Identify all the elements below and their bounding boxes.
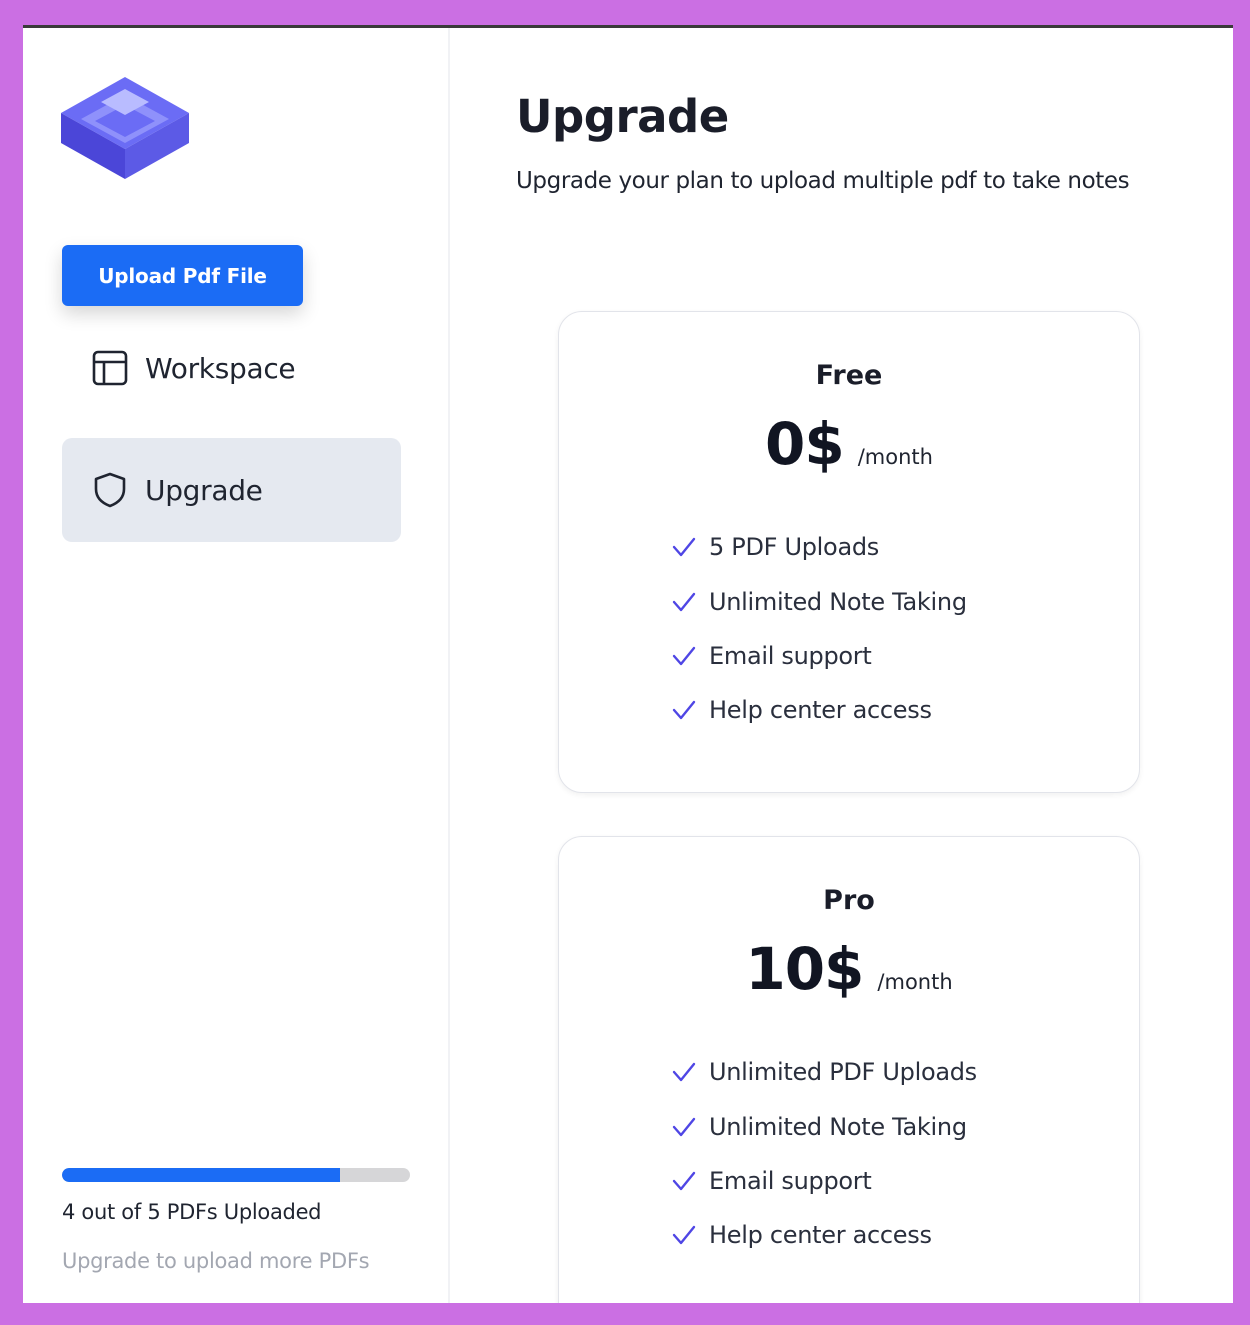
sidebar-item-label: Upgrade — [145, 473, 263, 507]
feature-text: Email support — [709, 641, 872, 670]
page-subtitle: Upgrade your plan to upload multiple pdf… — [516, 168, 1130, 194]
feature-item: Help center access — [671, 683, 967, 737]
feature-text: Help center access — [709, 696, 932, 725]
feature-item: Unlimited Note Taking — [671, 574, 967, 628]
feature-list: Unlimited PDF Uploads Unlimited Note Tak… — [671, 1045, 977, 1263]
check-icon — [672, 1226, 696, 1245]
feature-list: 5 PDF Uploads Unlimited Note Taking Emai… — [671, 520, 967, 738]
feature-item: Unlimited PDF Uploads — [671, 1045, 977, 1099]
logo-icon — [61, 77, 189, 179]
check-icon — [672, 1062, 696, 1082]
check-icon — [672, 537, 696, 557]
plan-price: 0$ — [765, 410, 845, 478]
feature-text: Email support — [709, 1166, 872, 1195]
check-icon — [672, 592, 696, 611]
app-window: Upload Pdf File Workspace Upgrade 4 out … — [23, 25, 1233, 1303]
upload-progress-fill — [62, 1168, 341, 1182]
feature-text: 5 PDF Uploads — [709, 533, 879, 562]
plan-period: /month — [877, 970, 953, 994]
check-icon — [672, 646, 696, 666]
usage-text: 4 out of 5 PDFs Uploaded — [62, 1200, 322, 1224]
plan-card-pro: Pro 10$ /month Unlimited PDF Uploads Unl… — [558, 836, 1140, 1303]
feature-text: Help center access — [709, 1221, 932, 1250]
feature-item: Unlimited Note Taking — [671, 1099, 977, 1153]
upload-progress-bar — [62, 1168, 410, 1182]
plan-name: Free — [815, 360, 883, 391]
sidebar: Upload Pdf File Workspace Upgrade 4 out … — [23, 28, 450, 1303]
check-icon — [672, 1171, 696, 1191]
price-row: 0$ /month — [559, 410, 1139, 478]
page-title: Upgrade — [516, 90, 729, 143]
price-row: 10$ /month — [559, 935, 1139, 1003]
plan-name: Pro — [823, 885, 875, 916]
plan-card-free: Free 0$ /month 5 PDF Uploads Unlimited N… — [558, 311, 1140, 793]
feature-item: 5 PDF Uploads — [671, 520, 967, 574]
sidebar-item-label: Workspace — [145, 351, 296, 385]
check-icon — [672, 701, 696, 720]
feature-text: Unlimited PDF Uploads — [709, 1058, 977, 1087]
sidebar-item-workspace[interactable]: Workspace — [62, 318, 401, 418]
shield-icon — [94, 472, 126, 508]
upload-pdf-button[interactable]: Upload Pdf File — [62, 245, 303, 306]
plan-period: /month — [857, 445, 933, 469]
feature-item: Email support — [671, 1154, 977, 1208]
check-icon — [672, 1117, 696, 1136]
upgrade-hint: Upgrade to upload more PDFs — [62, 1249, 370, 1273]
layout-icon — [92, 350, 128, 386]
feature-item: Email support — [671, 629, 967, 683]
feature-text: Unlimited Note Taking — [709, 1112, 967, 1141]
sidebar-item-upgrade[interactable]: Upgrade — [62, 438, 401, 542]
plan-price: 10$ — [745, 935, 864, 1003]
feature-text: Unlimited Note Taking — [709, 587, 967, 616]
feature-item: Help center access — [671, 1208, 977, 1262]
